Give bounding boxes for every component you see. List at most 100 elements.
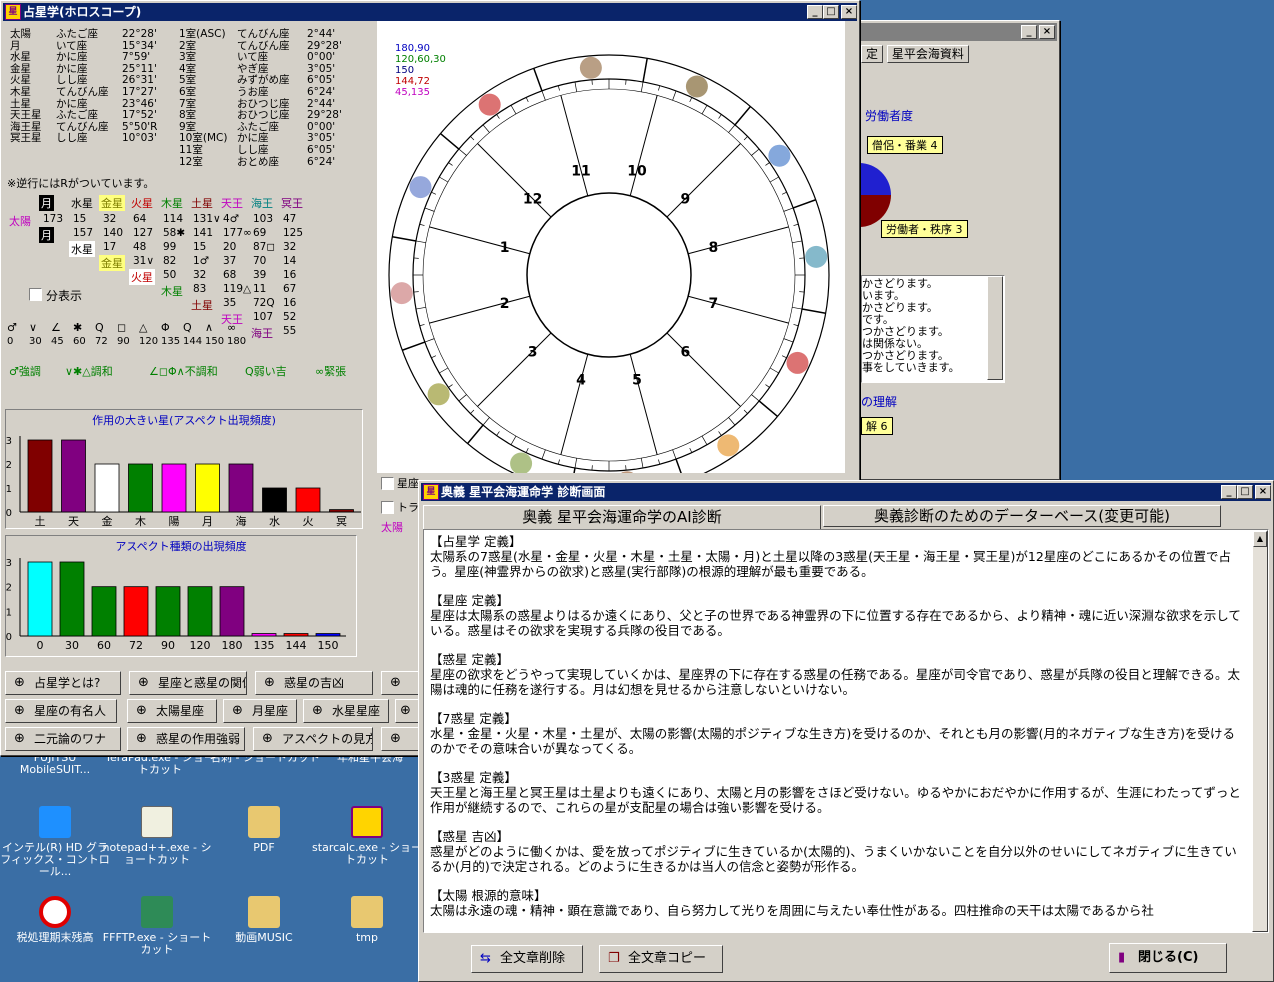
button-dualism[interactable]: ⊕ 二元論のワナ [5, 727, 121, 751]
x-tick-label: 180 [222, 639, 243, 652]
desktop-icon-label: インテル(R) HD グラフィックス・コントロール... [0, 841, 110, 878]
aspect-symbol: ◻ [117, 321, 127, 334]
desktop-icon-label: FFFTP.exe - ショートカット [102, 931, 212, 956]
desktop-icon-intel[interactable]: インテル(R) HD グラフィックス・コントロール... [0, 806, 110, 878]
aspect-cell: 32 [283, 241, 297, 253]
clear-all-button[interactable]: ⇆ 全文章削除 [471, 945, 583, 973]
no-entry-icon [39, 896, 71, 928]
desktop-top-label[interactable]: 年和星平会海 [315, 752, 425, 780]
desktop-icon-tmp[interactable]: tmp [312, 896, 422, 944]
desktop-icon-tax[interactable]: 税処理期末残高 [0, 896, 110, 944]
x-tick-label: 30 [65, 639, 79, 652]
desktop-top-label[interactable]: TeraPad.exe - ショートカット [105, 752, 215, 780]
tab-database[interactable]: 奥義診断のためのデーターベース(変更可能) [823, 505, 1221, 527]
button-sun-sign[interactable]: ⊕ 太陽星座 [127, 699, 217, 723]
x-tick-label: 海 [236, 514, 247, 528]
zodiac-sign-icon [409, 176, 432, 199]
diagnosis-text-area[interactable]: 【占星学 定義】 太陽系の7惑星(水星・金星・火星・木星・土星・太陽・月)と土星以… [423, 529, 1269, 933]
planet-sign: ふたご座 [56, 28, 98, 40]
desktop-icon-starcalc[interactable]: starcalc.exe - ショートカット [312, 806, 422, 866]
aspect-cell: 87◻ [253, 241, 276, 253]
house-number: 9 [680, 192, 690, 208]
section-body: 水星・金星・火星・木星・土星が、太陽の影響(太陽的ポジティブな生き方)を受けるの… [430, 726, 1236, 756]
aspect-cell: 140 [103, 227, 124, 239]
x-tick-label: 120 [190, 639, 211, 652]
button-astrology-intro[interactable]: ⊕ 占星学とは? [5, 671, 121, 695]
zodiac-sign-icon [786, 351, 809, 374]
button-planet-strength[interactable]: ⊕ 惑星の作用強弱 [127, 727, 245, 751]
aspect-row-label: 水星 [69, 241, 95, 257]
aspect-cell: 16 [283, 269, 297, 281]
desktop-top-label[interactable]: 名刺 - ショートカット [210, 752, 320, 780]
minimize-button[interactable]: _ [1221, 485, 1237, 499]
tab[interactable]: 定 [861, 45, 884, 63]
copy-all-button[interactable]: ❐ 全文章コピー [599, 945, 723, 973]
horoscope-wheel-panel: 180,90 120,60,30 150 144,72 45,135 10 9 8 7… [377, 21, 845, 473]
tab[interactable]: 星平会海資料 [886, 45, 969, 63]
button-aspect-view[interactable]: ⊕ アスペクトの見方 [253, 727, 373, 751]
planet-degree: 17°27' [122, 85, 157, 98]
split-checkbox[interactable] [29, 288, 42, 301]
close-button[interactable]: × [841, 5, 857, 19]
house-name: 11室 [179, 143, 203, 156]
x-tick-label: 天 [68, 515, 79, 528]
diagnosis-section: 【惑星 吉凶】 惑星がどのように働くかは、愛を放ってポジティブに生きているか(太陽… [430, 829, 1246, 874]
aspect-cell: 107 [253, 311, 274, 323]
button-more[interactable]: ⊕ [381, 671, 419, 695]
desktop-icon-ffftp[interactable]: FFFTP.exe - ショートカット [102, 896, 212, 956]
aspect-frequency-chart: アスペクト種類の出現頻度 0 1 2 3 0 30 60 72 90 120 180 135 144 15… [5, 535, 357, 657]
text-list[interactable]: かさどります。 います。 かさどります。 です。 つかさどります。 は関係ない。… [861, 275, 1005, 383]
button-label: 水星星座 [332, 704, 381, 718]
button-mercury-sign[interactable]: ⊕ 水星星座 [303, 699, 389, 723]
planet-row: 冥王星 しし座 10°03' [10, 133, 168, 145]
aspect-header: 火星 [131, 197, 153, 210]
scroll-up-button[interactable]: ▲ [1253, 531, 1267, 547]
aspect-header: 土星 [191, 197, 213, 210]
checkbox[interactable] [381, 501, 394, 514]
desktop-top-label[interactable]: FUJITSU MobileSUIT... [0, 752, 110, 780]
planet-sign: しし座 [56, 132, 88, 145]
checkbox[interactable] [381, 477, 394, 490]
button-more[interactable]: ⊕ [381, 727, 419, 751]
button-moon-sign[interactable]: ⊕ 月星座 [223, 699, 297, 723]
aspect-legend: ♂強調 ∨✱△調和 ∠◻Φ∧不調和 Q弱い吉 ∞緊張 [9, 363, 359, 378]
button-sign-planet[interactable]: ⊕ 星座と惑星の関係 [129, 671, 247, 695]
vertical-scrollbar[interactable]: ▲ [1252, 530, 1268, 932]
section-body: 天王星と海王星と冥王星は土星よりも遠くにあり、太陽と月の影響をさほど受けない。ゆ… [430, 785, 1241, 815]
magnifier-icon: ⊕ [14, 675, 25, 690]
house-sign: おとめ座 [237, 155, 279, 168]
x-tick-label: 144 [286, 639, 307, 652]
magnifier-icon: ⊕ [138, 675, 149, 690]
aspect-degree: 0 [7, 336, 14, 347]
planet-positions: 太陽 ふたご座 22°28' 月いて座 15°34' 水星 かに座 7°59' 金星 かに座 25°… [10, 28, 168, 145]
aspect-cell: 32 [103, 213, 117, 225]
zodiac-sign-icon [478, 93, 501, 116]
house-row: 5室 みずがめ座 6°05' [179, 75, 365, 87]
tab-ai-diagnosis[interactable]: 奥義 星平会海運命学のAI診断 [423, 505, 821, 529]
legend-item: ∞緊張 [315, 365, 347, 378]
button-planet-fortune[interactable]: ⊕ 惑星の吉凶 [255, 671, 373, 695]
diagnosis-section: 【惑星 定義】 星座の欲求をどうやって実現していくかは、星座界の下に存在する惑星の… [430, 652, 1246, 697]
title-bar[interactable]: 星 奥義 星平会海運命学 診断画面 [421, 483, 1271, 501]
diagnosis-window[interactable]: 星 奥義 星平会海運命学 診断画面 _ □ × 奥義 星平会海運命学のAI診断 … [418, 480, 1274, 982]
close-button[interactable]: × [1255, 485, 1271, 499]
desktop-icon-pdf[interactable]: PDF [209, 806, 319, 854]
aspect-row-label: 木星 [161, 285, 183, 298]
x-tick-label: 150 [318, 639, 339, 652]
scrollbar[interactable] [987, 276, 1003, 380]
minimize-button[interactable]: _ [807, 5, 823, 19]
aspect-cell: 11 [253, 283, 267, 295]
maximize-button[interactable]: □ [1237, 485, 1253, 499]
bar [219, 586, 245, 637]
close-dialog-button[interactable]: ▮ 閉じる(C) [1109, 943, 1227, 973]
button-famous[interactable]: ⊕ 星座の有名人 [5, 699, 117, 723]
desktop-icon-notepad[interactable]: notepad++.exe - ショートカット [102, 806, 212, 866]
maximize-button[interactable]: □ [823, 5, 839, 19]
title-bar[interactable]: 星 占星学(ホロスコープ) [3, 3, 857, 21]
house-name: 8室 [179, 109, 197, 122]
close-button[interactable]: × [1039, 25, 1055, 39]
desktop-icon-music[interactable]: 動画MUSIC [209, 896, 319, 944]
aspect-degree: 180 [227, 336, 247, 347]
aspect-cell: 58✱ [163, 227, 186, 239]
minimize-button[interactable]: _ [1021, 25, 1037, 39]
